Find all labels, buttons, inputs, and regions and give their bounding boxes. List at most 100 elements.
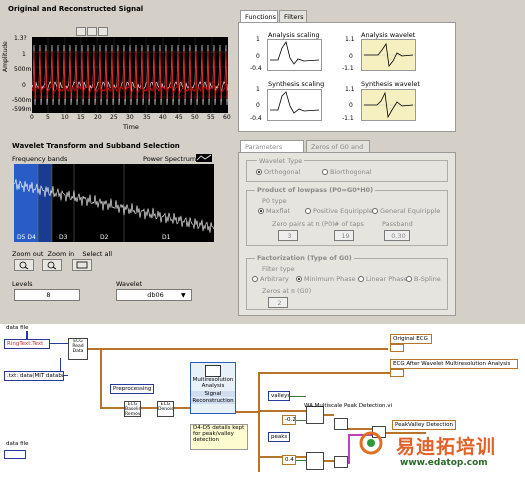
tab-parameters-settings[interactable]: Parameters Settings	[240, 140, 304, 163]
signal-xtick: 5	[46, 114, 50, 121]
peak-node-2[interactable]	[334, 456, 348, 468]
maxflat-radio[interactable]: Maxflat	[258, 207, 290, 215]
radio-icon	[296, 276, 302, 282]
wire	[100, 350, 102, 408]
zoom-in-icon	[47, 261, 57, 270]
signal-xtick: 25	[110, 114, 118, 121]
p0-type-label: P0 type	[262, 197, 287, 205]
ring-text-control[interactable]: RingText.Text	[4, 339, 50, 349]
wire	[100, 407, 124, 409]
zoom-tool-icon[interactable]	[76, 27, 86, 36]
mra-node[interactable]: Multiresolution Analysis Signal Reconstr…	[190, 362, 236, 414]
original-ecg-terminal-icon	[390, 344, 404, 352]
arbitrary-radio[interactable]: Arbitrary	[252, 275, 289, 283]
bspline-radio[interactable]: B-Spline	[406, 275, 441, 283]
signal-xtick: 20	[94, 114, 102, 121]
valleys-constant[interactable]: valleys	[268, 391, 290, 401]
mra-comment: D4-D5 details kept for peak/valley detec…	[190, 424, 248, 450]
spectrum-plot[interactable]: D5 D4 D3 D2 D1	[14, 164, 214, 242]
zoom-out-button[interactable]	[14, 259, 34, 271]
taps-label: # of taps	[334, 220, 364, 228]
minimum-phase-radio[interactable]: Minimum Phase	[296, 275, 356, 283]
scale-tick: 1	[256, 86, 260, 93]
zoom-in-button[interactable]	[42, 259, 62, 271]
wavelet-panel-title: Wavelet Transform and Subband Selection	[12, 142, 180, 150]
linear-phase-radio[interactable]: Linear Phase	[358, 275, 408, 283]
signal-xtick: 40	[159, 114, 167, 121]
ecg-after-indicator: ECG After Wavelet Multiresolution Analys…	[390, 359, 518, 369]
biorthogonal-radio[interactable]: Biorthogonal	[322, 168, 372, 176]
cursor-tool-icon[interactable]	[98, 27, 108, 36]
band-label-d5d4: D5 D4	[17, 234, 36, 241]
zeros-g0-label: Zeros at π (G0)	[262, 287, 312, 295]
zero-pairs-field[interactable]: 3	[278, 230, 298, 241]
ecg-read-data-node[interactable]: ECG Read Data	[68, 338, 88, 360]
watermark-cn-text: 易迪拓培训	[396, 436, 497, 458]
signal-xtick: 30	[126, 114, 134, 121]
tab-filters[interactable]: Filters	[279, 10, 307, 22]
select-all-button[interactable]	[72, 259, 92, 271]
signal-ytick: 0	[22, 82, 26, 89]
ecg-denoise-node[interactable]: ECG Denoise	[157, 401, 174, 417]
zoom-out-label: Zoom out	[12, 250, 44, 258]
ecg-baseline-node[interactable]: ECG Baseline Removal	[124, 401, 141, 417]
signal-xtick: 55	[207, 114, 215, 121]
taps-field[interactable]: 19	[334, 230, 354, 241]
multiscale-vi-label: WA Multiscale Peak Detection.vi	[304, 403, 393, 409]
peak-node-1[interactable]	[334, 418, 348, 430]
power-spectrum-icon[interactable]	[196, 154, 212, 162]
biorthogonal-label: Biorthogonal	[330, 168, 372, 176]
peaks-constant[interactable]: peaks	[268, 432, 290, 442]
signal-ylabel: Amplitude	[2, 41, 9, 72]
mra-signal-terminal: Signal	[191, 391, 235, 397]
scale-tick: -0.4	[250, 115, 262, 122]
filter-type-label: Filter type	[262, 265, 295, 273]
orthogonal-radio[interactable]: Orthogonal	[256, 168, 300, 176]
tab-zeros-g0-h0[interactable]: Zeros of G0 and H0	[306, 140, 370, 163]
signal-plot[interactable]	[32, 27, 228, 113]
radio-icon	[256, 169, 262, 175]
zero-pairs-label: Zero pairs at π (P0)	[272, 220, 335, 228]
minus-02-constant[interactable]: -0.2	[282, 415, 296, 425]
mra-recon-terminal: Reconstruction	[191, 398, 235, 404]
positive-equiripple-radio[interactable]: Positive Equiripple	[305, 207, 373, 215]
zoom-out-icon	[19, 261, 29, 270]
wavelet-tick: -1.1	[342, 115, 354, 122]
synthesis-scaling-label: Synthesis scaling	[268, 80, 325, 88]
wire	[324, 460, 334, 462]
orthogonal-label: Orthogonal	[264, 168, 301, 176]
signal-plot-svg	[32, 37, 228, 113]
wavelet-type-label: Wavelet Type	[257, 157, 305, 165]
pan-tool-icon[interactable]	[87, 27, 97, 36]
analysis-scaling-label: Analysis scaling	[268, 31, 320, 39]
chevron-down-icon[interactable]: ▼	[181, 292, 186, 299]
txt-data-control[interactable]: .txt: data(MIT database)	[4, 371, 64, 381]
wavelet-label: Wavelet	[116, 280, 143, 288]
wire	[296, 460, 306, 461]
signal-ytick: 1	[22, 51, 26, 58]
wire	[296, 420, 306, 421]
data-file-terminal-2[interactable]	[4, 450, 26, 459]
passband-field[interactable]: 0.30	[384, 230, 410, 241]
multiscale-node-2[interactable]	[306, 452, 324, 470]
signal-xtick: 50	[191, 114, 199, 121]
zoom-labels: Zoom out Zoom in Select all	[12, 250, 122, 258]
levels-field[interactable]: 8	[14, 289, 80, 301]
zeros-g0-field[interactable]: 2	[268, 297, 288, 308]
scale-tick: 0	[256, 53, 260, 60]
minimum-phase-label: Minimum Phase	[304, 275, 356, 283]
signal-xtick: 15	[77, 114, 85, 121]
tab-functions[interactable]: Functions	[240, 10, 278, 22]
mra-icon	[205, 365, 221, 377]
plus-04-constant[interactable]: 0.4	[282, 455, 296, 465]
general-equiripple-radio[interactable]: General Equiripple	[372, 207, 440, 215]
wire	[141, 407, 157, 409]
signal-xtick: 60	[223, 114, 231, 121]
wavelet-tick: 0	[349, 53, 353, 60]
signal-xtick: 45	[175, 114, 183, 121]
wire	[288, 396, 306, 397]
signal-xlabel: Time	[123, 123, 139, 131]
general-equiripple-label: General Equiripple	[380, 207, 441, 215]
plot-toolbar	[76, 27, 146, 36]
radio-icon	[305, 208, 311, 214]
